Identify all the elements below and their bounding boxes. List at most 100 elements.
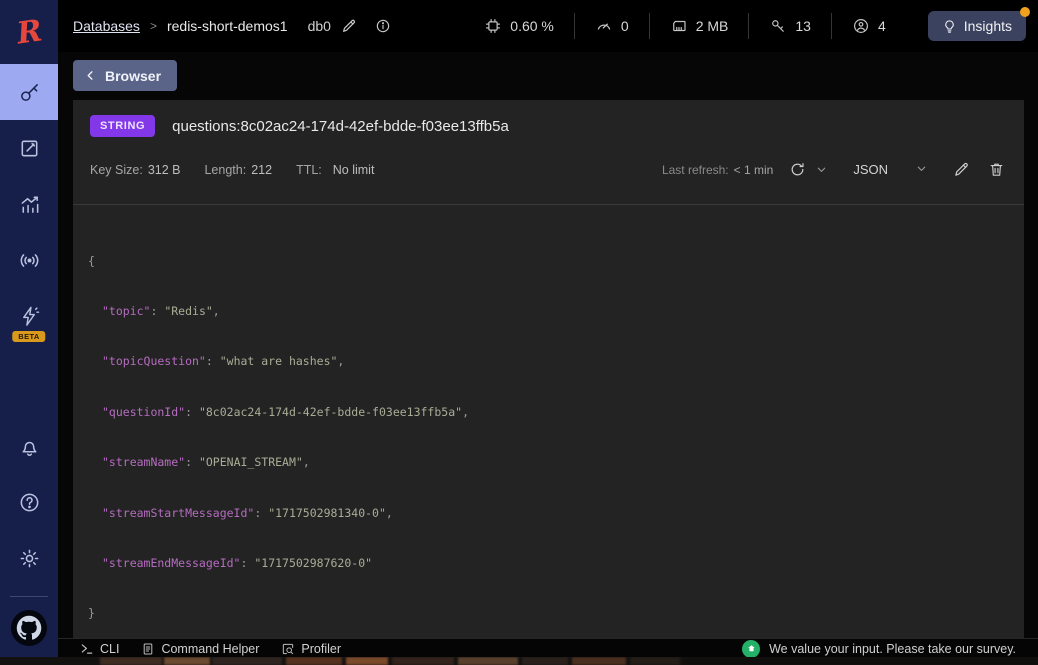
feedback-icon (742, 640, 760, 658)
json-value: "1717502981340-0" (268, 506, 386, 520)
json-line: "topicQuestion": "what are hashes", (88, 353, 1009, 370)
json-line: "topic": "Redis", (88, 303, 1009, 320)
user-icon (852, 17, 870, 35)
memory-icon (670, 17, 688, 35)
desktop-sliver (0, 657, 1038, 665)
settings-button[interactable] (0, 530, 58, 586)
key-icon (18, 81, 41, 104)
keys-icon (769, 17, 787, 35)
chevron-left-icon (85, 70, 96, 81)
help-button[interactable] (0, 474, 58, 530)
stat-memory-value: 2 MB (696, 18, 729, 34)
database-info-button[interactable] (375, 18, 391, 34)
survey-banner[interactable]: We value your input. Please take our sur… (742, 640, 1016, 658)
document-icon (141, 642, 155, 656)
stat-cpu-value: 0.60 % (510, 18, 554, 34)
edit-value-button[interactable] (953, 161, 970, 178)
cpu-icon (484, 17, 502, 35)
json-separator: : (254, 506, 268, 520)
key-ttl-label: TTL: (296, 163, 322, 177)
redis-logo[interactable]: R (0, 0, 58, 64)
key-ttl-value: No limit (333, 163, 375, 177)
cli-button[interactable]: CLI (80, 642, 119, 656)
key-details-header: STRING questions:8c02ac24-174d-42ef-bdde… (73, 100, 1024, 205)
profiler-icon (281, 642, 295, 656)
sidebar-divider (10, 596, 48, 597)
json-value: "1717502987620-0" (254, 556, 372, 570)
sidebar: R (0, 0, 58, 657)
pencil-icon (953, 161, 970, 178)
json-key: "streamStartMessageId" (102, 506, 254, 520)
breadcrumb-database-name: redis-short-demos1 (167, 18, 288, 34)
json-separator: : (185, 405, 199, 419)
format-selector[interactable]: JSON (853, 162, 927, 177)
json-separator: : (206, 354, 220, 368)
stat-memory: 2 MB (650, 17, 749, 35)
refresh-icon (789, 161, 806, 178)
json-line: "streamStartMessageId": "1717502981340-0… (88, 505, 1009, 522)
json-value: "Redis" (164, 304, 212, 318)
sidebar-item-workbench[interactable] (0, 120, 58, 176)
edit-database-button[interactable] (341, 18, 357, 34)
last-refresh-label: Last refresh: (662, 163, 729, 177)
key-value-viewer[interactable]: { "topic": "Redis", "topicQuestion": "wh… (73, 205, 1024, 665)
json-comma: , (303, 455, 310, 469)
lightbulb-icon (942, 19, 957, 34)
insights-button[interactable]: Insights (928, 11, 1026, 41)
browser-back-button[interactable]: Browser (73, 60, 177, 91)
stat-commands-value: 0 (621, 18, 629, 34)
gear-icon (18, 547, 41, 570)
json-comma: , (337, 354, 344, 368)
command-helper-button[interactable]: Command Helper (141, 642, 259, 656)
delete-key-button[interactable] (988, 161, 1005, 178)
analytics-icon (18, 193, 41, 216)
github-link[interactable] (0, 605, 58, 651)
database-stats: 0.60 % 0 2 MB 1 (464, 13, 905, 39)
format-selector-value: JSON (853, 162, 888, 177)
browser-back-label: Browser (105, 68, 161, 84)
notifications-button[interactable] (0, 418, 58, 474)
breadcrumb-separator: > (150, 19, 157, 33)
sidebar-item-analytics[interactable] (0, 176, 58, 232)
json-key: "streamEndMessageId" (102, 556, 240, 570)
github-icon (11, 610, 47, 646)
key-name: questions:8c02ac24-174d-42ef-bdde-f03ee1… (172, 118, 509, 135)
json-line: { (88, 253, 1009, 270)
json-separator: : (150, 304, 164, 318)
breadcrumb-databases-link[interactable]: Databases (73, 18, 140, 34)
profiler-button[interactable]: Profiler (281, 642, 341, 656)
redisinsight-app: R (0, 0, 1038, 665)
stat-cpu: 0.60 % (464, 17, 574, 35)
sidebar-item-triggers-functions[interactable]: BETA (0, 288, 58, 344)
workbench-icon (18, 137, 41, 160)
key-size: Key Size: 312 B (90, 163, 180, 177)
command-helper-label: Command Helper (161, 642, 259, 656)
json-key: "questionId" (102, 405, 185, 419)
json-comma: , (386, 506, 393, 520)
profiler-label: Profiler (301, 642, 341, 656)
top-bar: Databases > redis-short-demos1 db0 (58, 0, 1038, 52)
json-comma: , (462, 405, 469, 419)
key-details-panel: STRING questions:8c02ac24-174d-42ef-bdde… (73, 100, 1024, 638)
database-index: db0 (308, 18, 331, 34)
pencil-icon (341, 18, 357, 34)
json-separator: : (240, 556, 254, 570)
trash-icon (988, 161, 1005, 178)
key-actions: Last refresh: < 1 min JSON (662, 161, 1007, 178)
json-line: "questionId": "8c02ac24-174d-42ef-bdde-f… (88, 404, 1009, 421)
refresh-options-button[interactable] (816, 164, 827, 175)
json-key: "topic" (102, 304, 150, 318)
key-title-row: STRING questions:8c02ac24-174d-42ef-bdde… (90, 115, 1007, 137)
refresh-button[interactable] (789, 161, 806, 178)
stat-clients-value: 4 (878, 18, 886, 34)
key-ttl[interactable]: TTL: No limit (296, 163, 374, 177)
json-separator: : (185, 455, 199, 469)
cli-label: CLI (100, 642, 119, 656)
redis-logo-glyph: R (14, 13, 44, 51)
notification-dot (1020, 7, 1030, 17)
sidebar-item-pubsub[interactable] (0, 232, 58, 288)
survey-text: We value your input. Please take our sur… (769, 642, 1016, 656)
key-length: Length: 212 (204, 163, 272, 177)
sidebar-item-browser[interactable] (0, 64, 58, 120)
pubsub-icon (18, 249, 41, 272)
